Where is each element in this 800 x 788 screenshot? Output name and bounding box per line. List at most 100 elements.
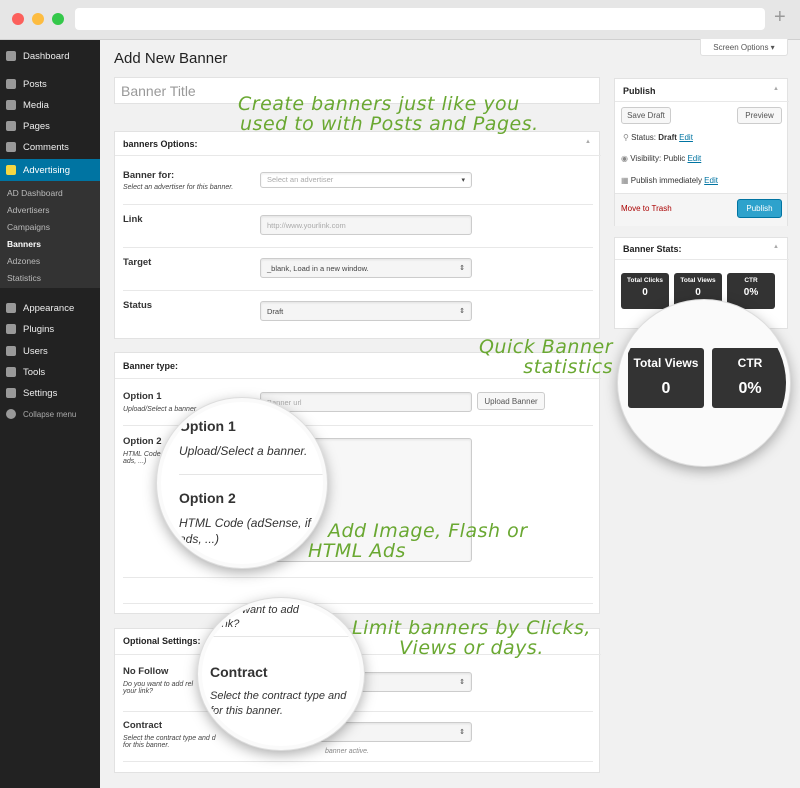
box-title: Banner Stats: [623, 244, 682, 254]
status-label: Status: [631, 133, 656, 142]
stat-value: 0 [661, 380, 671, 397]
visibility-row: ◉ Visibility: Public Edit [621, 154, 701, 163]
collapse-arrow-icon[interactable]: ▲ [773, 244, 779, 250]
select-arrows-icon: ⇕ [459, 265, 465, 272]
sidebar-item-posts[interactable]: Posts [0, 74, 100, 94]
zoomed-contract-desc: Select the contract type and [210, 690, 347, 702]
upload-banner-button[interactable]: Upload Banner [477, 392, 545, 410]
edit-schedule-link[interactable]: Edit [704, 176, 718, 185]
status-value: Draft [658, 133, 677, 142]
visibility-label: Visibility: [630, 154, 662, 163]
close-window-icon[interactable] [12, 13, 24, 25]
publish-button[interactable]: Publish [737, 199, 782, 218]
collapse-arrow-icon[interactable]: ▲ [585, 139, 591, 145]
link-label: Link [123, 214, 143, 225]
schedule-value: Publish immediately [630, 176, 702, 185]
eye-icon: ◉ [621, 154, 628, 163]
desc-part: Select the contract type and d [123, 735, 216, 742]
stat-label: CTR [744, 277, 758, 284]
desc-part: Do you want to add rel [123, 681, 194, 688]
stat-label: Total Views [633, 356, 699, 370]
sidebar-item-advertising[interactable]: Advertising [0, 159, 100, 181]
box-title: Banner type: [123, 361, 179, 371]
ctr-stat: CTR 0% [727, 273, 775, 309]
magnifier-contract: want to add r link? Contract Select the … [198, 598, 364, 750]
annotation-line: used to with Posts and Pages. [240, 113, 539, 135]
preview-button[interactable]: Preview [737, 107, 782, 124]
divider [123, 577, 593, 578]
annotation-create: Create banners just like you used to with… [238, 94, 539, 134]
collapse-menu[interactable]: Collapse menu [0, 404, 100, 424]
select-arrows-icon: ⇕ [459, 308, 465, 315]
screen-options-button[interactable]: Screen Options ▾ [700, 39, 788, 56]
collapse-arrow-icon[interactable]: ▲ [773, 86, 779, 92]
sidebar-item-comments[interactable]: Comments [0, 137, 100, 157]
divider [123, 761, 593, 762]
status-select[interactable]: Draft ⇕ [260, 301, 472, 321]
desc-part: your link? [123, 688, 153, 695]
submenu-campaigns[interactable]: Campaigns [7, 222, 50, 232]
submenu-ad-dashboard[interactable]: AD Dashboard [7, 188, 63, 198]
user-icon [6, 346, 16, 356]
sidebar-item-media[interactable]: Media [0, 95, 100, 115]
advertiser-select[interactable]: Select an advertiser ▾ [260, 172, 472, 188]
box-title: Publish [623, 86, 656, 96]
divider [123, 290, 593, 291]
divider [179, 474, 323, 475]
schedule-row: ▦ Publish immediately Edit [621, 176, 718, 185]
divider [123, 247, 593, 248]
target-select[interactable]: _blank, Load in a new window. ⇕ [260, 258, 472, 278]
chevron-down-icon: ▾ [461, 177, 465, 184]
sidebar-item-appearance[interactable]: Appearance [0, 298, 100, 318]
edit-visibility-link[interactable]: Edit [687, 154, 701, 163]
annotation-line: Create banners just like you [238, 93, 520, 115]
sidebar-item-users[interactable]: Users [0, 341, 100, 361]
sidebar-item-tools[interactable]: Tools [0, 362, 100, 382]
zoomed-total-views: Total Views 0 [628, 348, 704, 408]
submenu-advertisers[interactable]: Advertisers [7, 205, 50, 215]
sidebar-item-settings[interactable]: Settings [0, 383, 100, 403]
divider [123, 204, 593, 205]
move-to-trash-link[interactable]: Move to Trash [621, 204, 672, 213]
sidebar-item-dashboard[interactable]: Dashboard [0, 46, 100, 66]
collapse-icon [6, 409, 16, 419]
divider [615, 259, 789, 260]
submenu-statistics[interactable]: Statistics [7, 273, 41, 283]
zoomed-option1: Option 1 [179, 418, 236, 434]
sidebar-item-pages[interactable]: Pages [0, 116, 100, 136]
dashboard-icon [6, 51, 16, 61]
magnifier-stats: Total Views 0 CTR 0% [618, 300, 790, 466]
option1-label: Option 1 [123, 391, 162, 402]
calendar-icon: ▦ [621, 176, 629, 185]
link-input[interactable]: http://www.yourlink.com [260, 215, 472, 235]
divider [202, 636, 360, 637]
annotation-line: Quick Banner [478, 336, 613, 358]
zoomed-option1-desc: Upload/Select a banner. [179, 444, 308, 458]
divider [123, 603, 593, 604]
maximize-window-icon[interactable] [52, 13, 64, 25]
pin-icon: ⚲ [623, 133, 629, 142]
banner-url-input[interactable]: Banner url [260, 392, 472, 412]
comment-icon [6, 142, 16, 152]
stat-label: CTR [737, 356, 763, 370]
save-draft-button[interactable]: Save Draft [621, 107, 671, 124]
minimize-window-icon[interactable] [32, 13, 44, 25]
stat-value: 0 [642, 287, 648, 298]
plugin-icon [6, 324, 16, 334]
option2-label: Option 2 [123, 436, 162, 447]
target-label: Target [123, 257, 152, 268]
edit-status-link[interactable]: Edit [679, 133, 693, 142]
sidebar-item-plugins[interactable]: Plugins [0, 319, 100, 339]
submenu-banners[interactable]: Banners [7, 239, 41, 249]
new-tab-icon[interactable]: + [774, 6, 786, 29]
admin-sidebar: Dashboard Posts Media Pages Comments Adv… [0, 40, 100, 788]
annotation-stats: Quick Banner statistics [473, 337, 613, 377]
option1-desc: Upload/Select a banner. [123, 406, 198, 413]
desc-part: HTML Code ( [123, 451, 165, 458]
address-bar[interactable] [75, 8, 765, 30]
submenu-adzones[interactable]: Adzones [7, 256, 40, 266]
annotation-line: Add Image, Flash or [328, 520, 528, 542]
publish-box: Publish ▲ Save Draft Preview ⚲ Status: D… [614, 78, 789, 226]
desc-part: for this banner. [123, 742, 170, 749]
annotation-line: Limit banners by Clicks, [352, 617, 591, 639]
